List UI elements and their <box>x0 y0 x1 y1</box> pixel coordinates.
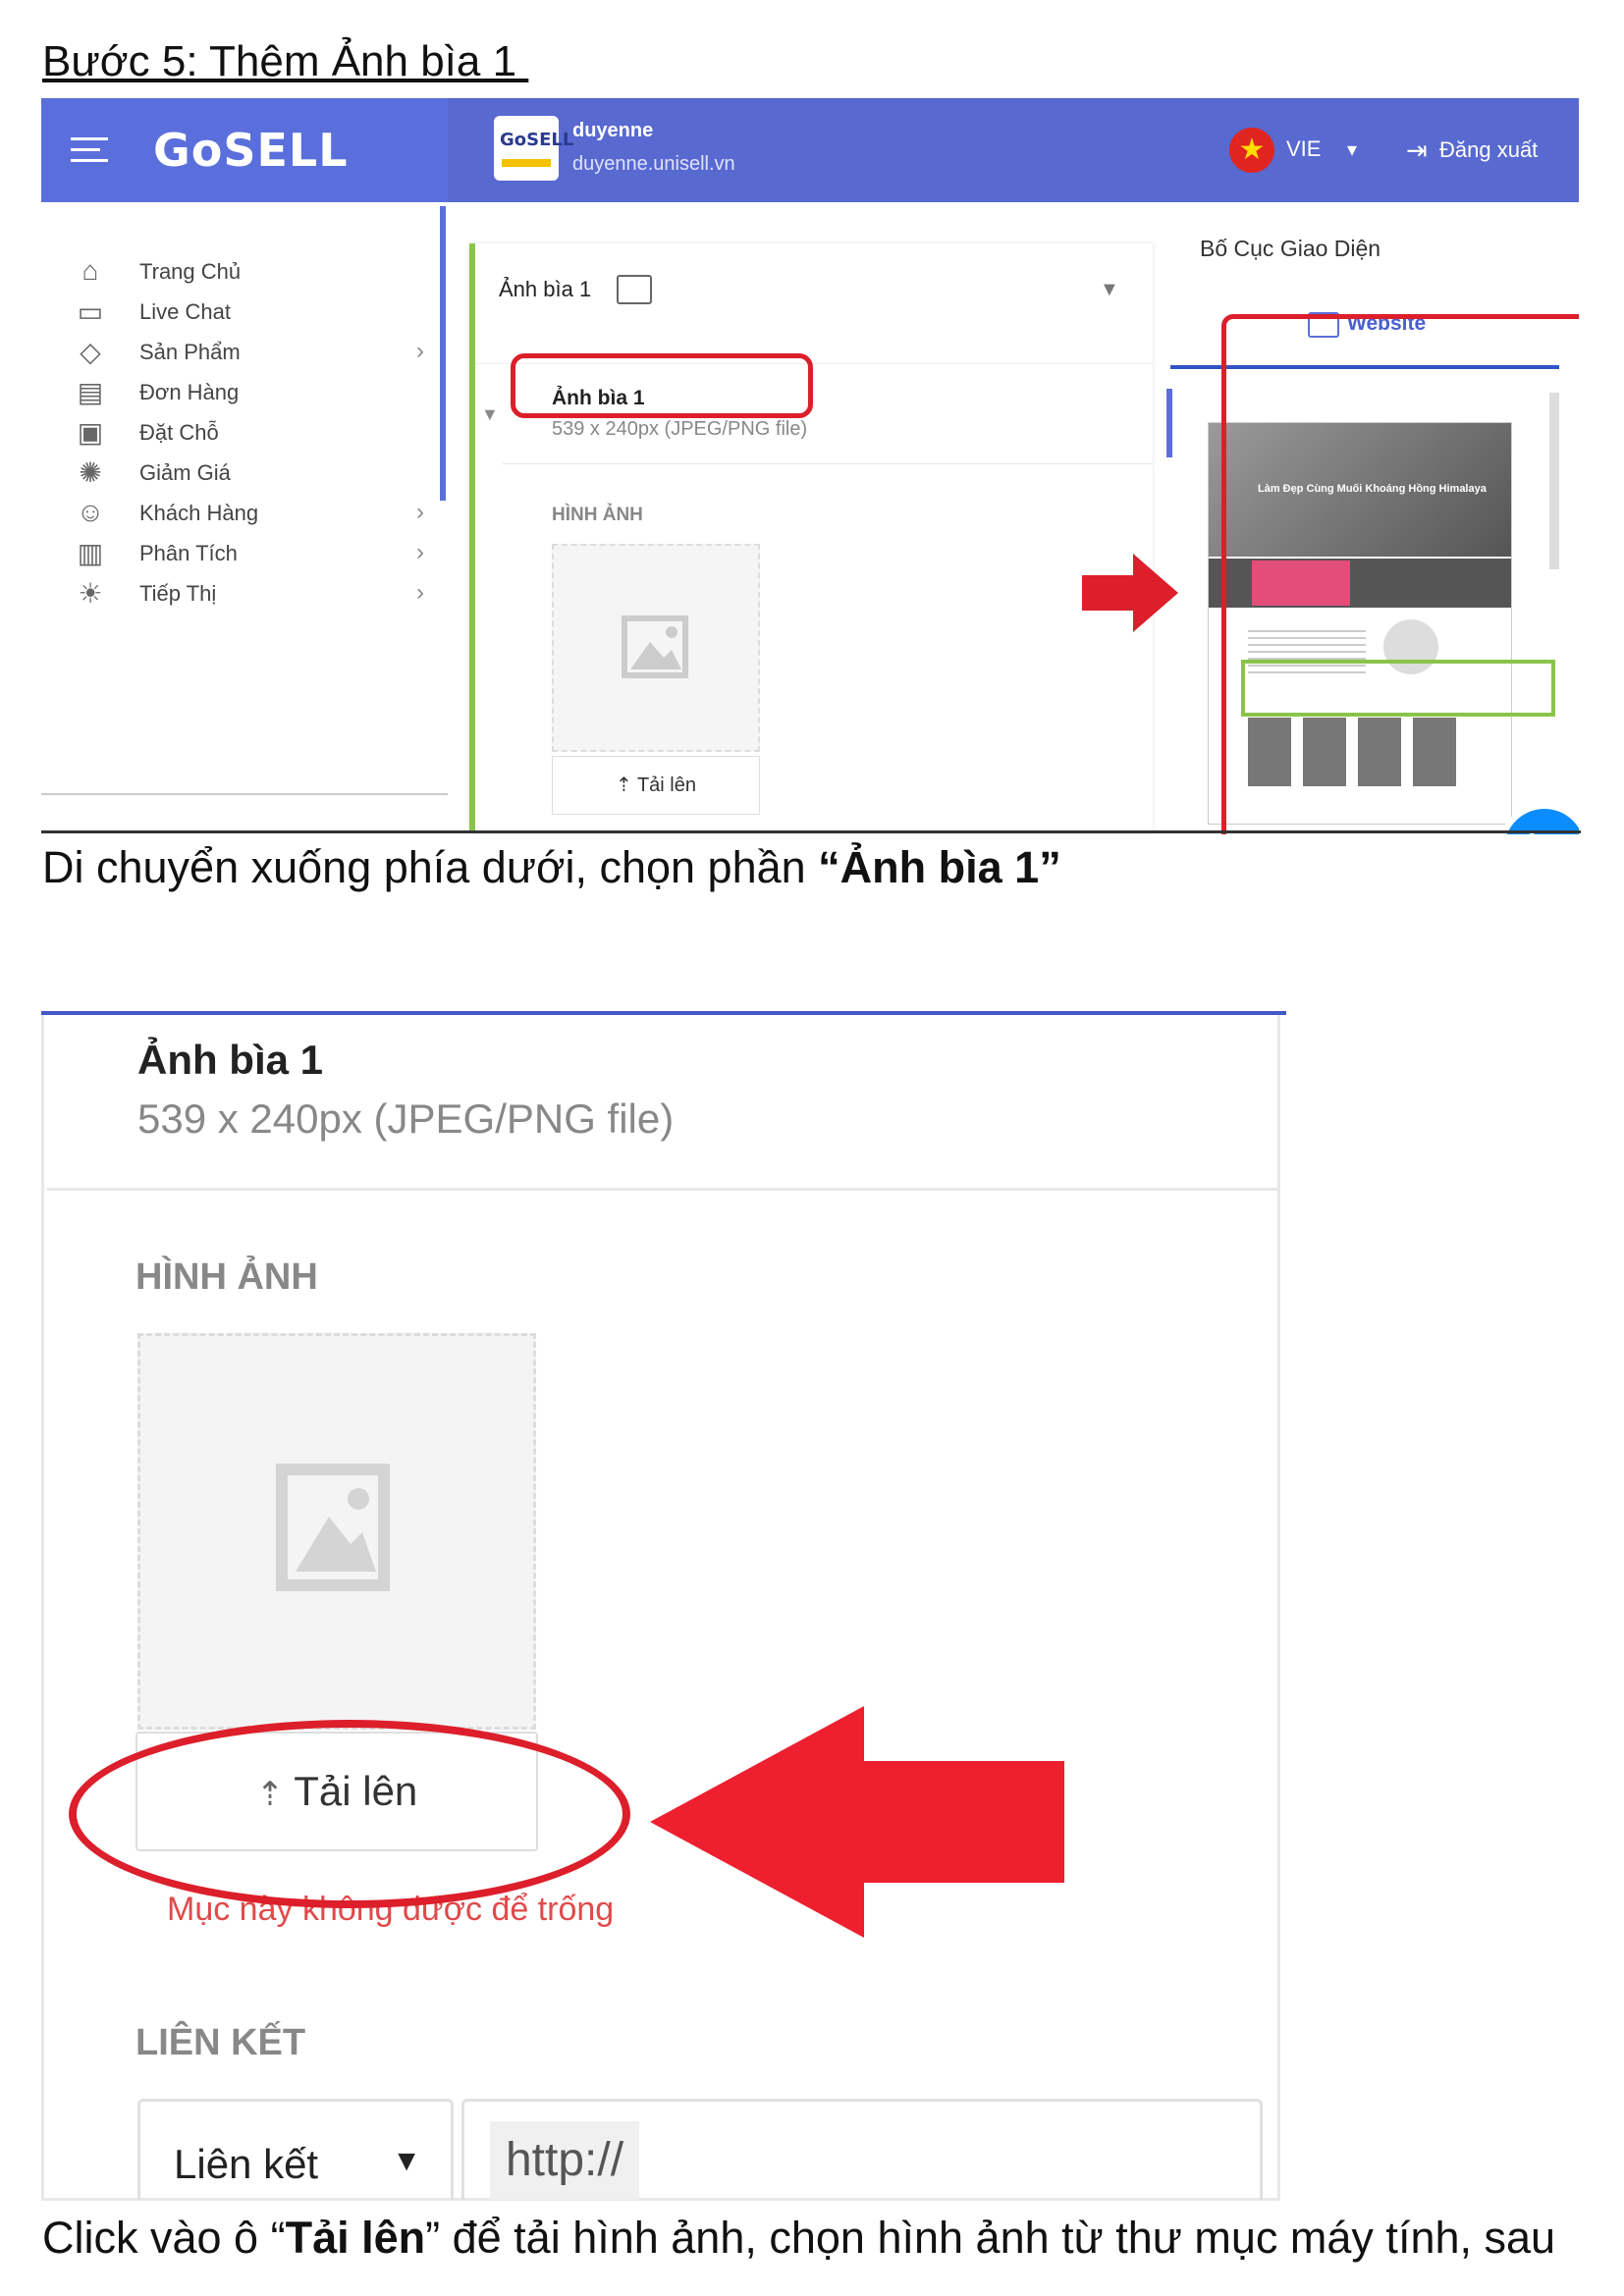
link-type-select[interactable]: Liên kết ▼ <box>137 2099 454 2200</box>
caption-emphasis: “Ảnh bìa 1” <box>818 842 1061 892</box>
users-icon: ☺ <box>76 497 105 527</box>
image-placeholder <box>552 544 760 752</box>
sidebar-item-home[interactable]: ⌂ Trang Chủ <box>71 253 424 293</box>
store-name: duyenne <box>572 120 654 141</box>
vietnam-flag-icon[interactable]: ★ <box>1229 128 1274 173</box>
screenshot-admin-editor: GoSELL GoSELL duyenne duyenne.unisell.vn… <box>41 98 1579 834</box>
sidebar-item-orders[interactable]: ▤ Đơn Hàng <box>71 374 424 413</box>
annotation-arrow-right <box>1082 554 1178 632</box>
store-logo-text: GoSELL <box>500 130 574 150</box>
image-field-label: HÌNH ẢNH <box>135 1256 318 1298</box>
store-url: duyenne.unisell.vn <box>572 153 735 175</box>
section-select-row <box>475 243 1153 364</box>
clipboard-icon: ▤ <box>77 377 104 407</box>
image-placeholder-icon <box>622 615 688 678</box>
sidebar-scrollbar[interactable] <box>440 206 446 501</box>
sidebar-item-customers[interactable]: ☺ Khách Hàng › <box>71 495 424 534</box>
url-input[interactable]: http:// <box>461 2099 1263 2200</box>
upload-button-label: Tải lên <box>636 774 696 796</box>
caption-text: Click vào ô “ <box>42 2213 286 2263</box>
sidebar-item-label: Sản Phẩm <box>139 340 241 364</box>
language-selector[interactable]: VIE <box>1286 136 1321 162</box>
gosell-logo[interactable]: GoSELL <box>153 124 349 177</box>
chevron-right-icon: › <box>416 499 424 525</box>
home-icon: ⌂ <box>81 255 99 286</box>
chat-icon: ▭ <box>77 296 104 327</box>
sidebar-item-products[interactable]: ◇ Sản Phẩm › <box>71 334 424 373</box>
image-placeholder-icon <box>276 1464 390 1591</box>
step-heading: Bước 5: Thêm Ảnh bìa 1 <box>42 37 529 85</box>
sidebar-item-live-chat[interactable]: ▭ Live Chat <box>71 294 424 333</box>
banner-item-size: 539 x 240px (JPEG/PNG file) <box>552 418 808 440</box>
sidebar-item-label: Giảm Giá <box>139 460 231 485</box>
image-placeholder <box>137 1333 536 1730</box>
caret-down-icon: ▼ <box>392 2145 421 2177</box>
sidebar-item-label: Khách Hàng <box>139 501 259 525</box>
sidebar-item-label: Tiếp Thị <box>139 581 217 606</box>
annotation-arrow-left <box>650 1706 1064 1938</box>
editor-scrollbar[interactable] <box>1166 389 1172 457</box>
divider <box>503 463 1153 464</box>
screenshot-bottom-rule <box>41 830 1581 833</box>
sidebar-item-label: Đặt Chỗ <box>139 420 219 445</box>
sidebar-item-label: Đơn Hàng <box>139 380 240 404</box>
banner-item-size: 539 x 240px (JPEG/PNG file) <box>137 1095 675 1142</box>
caption-step-upload: Click vào ô “Tải lên” để tải hình ảnh, c… <box>42 2213 1555 2264</box>
calendar-icon: ▣ <box>77 417 104 448</box>
caret-down-icon[interactable]: ▼ <box>1100 279 1119 301</box>
annotation-ellipse-upload <box>69 1720 630 1908</box>
upload-icon: ⇡ <box>616 774 637 796</box>
caret-down-icon[interactable]: ▾ <box>1347 137 1357 162</box>
browser-window-icon <box>617 275 652 304</box>
sidebar-item-label: Phân Tích <box>139 541 238 565</box>
annotation-box-layout-panel <box>1221 314 1579 834</box>
sidebar-divider <box>41 793 448 795</box>
sidebar-item-discounts[interactable]: ✺ Giảm Giá <box>71 454 424 494</box>
screenshot-upload-zoom: Ảnh bìa 1 539 x 240px (JPEG/PNG file) HÌ… <box>41 1011 1286 2201</box>
lightbulb-icon: ☀ <box>78 578 103 609</box>
tag-icon: ◇ <box>80 337 101 367</box>
caption-text: Di chuyển xuống phía dưới, chọn phần <box>42 842 819 892</box>
caption-step-select-section: Di chuyển xuống phía dưới, chọn phần “Ản… <box>42 842 1061 893</box>
sidebar-item-reservations[interactable]: ▣ Đặt Chỗ <box>71 414 424 454</box>
link-type-value: Liên kết <box>174 2141 319 2187</box>
annotation-box-section-select <box>511 353 813 418</box>
caption-text: ” để tải hình ảnh, chọn hình ảnh từ thư … <box>425 2213 1556 2263</box>
discount-icon: ✺ <box>79 457 102 488</box>
chevron-right-icon: › <box>416 338 424 364</box>
store-logo-bar <box>502 159 551 167</box>
menu-icon[interactable] <box>71 137 108 163</box>
chevron-right-icon: › <box>416 579 424 606</box>
logout-icon[interactable]: ⇥ <box>1406 135 1428 166</box>
sidebar-item-marketing[interactable]: ☀ Tiếp Thị › <box>71 575 424 614</box>
layout-panel-title: Bố Cục Giao Diện <box>1200 236 1381 261</box>
logout-button[interactable]: Đăng xuất <box>1439 137 1538 163</box>
image-field-label: HÌNH ẢNH <box>552 505 643 525</box>
collapse-caret-icon[interactable]: ▼ <box>481 404 499 425</box>
banner-item-title: Ảnh bìa 1 <box>137 1037 324 1083</box>
upload-button[interactable]: ⇡ Tải lên <box>552 756 760 815</box>
chevron-right-icon: › <box>416 539 424 565</box>
sidebar: ⌂ Trang Chủ ▭ Live Chat ◇ Sản Phẩm › ▤ Đ… <box>41 202 448 834</box>
sidebar-item-label: Live Chat <box>139 299 231 324</box>
sidebar-item-analytics[interactable]: ▥ Phân Tích › <box>71 535 424 574</box>
section-select[interactable]: Ảnh bìa 1 <box>499 277 591 302</box>
divider <box>47 1188 1280 1191</box>
caption-emphasis: Tải lên <box>285 2213 426 2263</box>
sidebar-item-label: Trang Chủ <box>139 259 242 284</box>
analytics-icon: ▥ <box>77 538 104 568</box>
store-logo: GoSELL <box>494 116 573 181</box>
url-prefix: http:// <box>490 2121 639 2200</box>
link-field-label: LIÊN KẾT <box>135 2022 306 2063</box>
